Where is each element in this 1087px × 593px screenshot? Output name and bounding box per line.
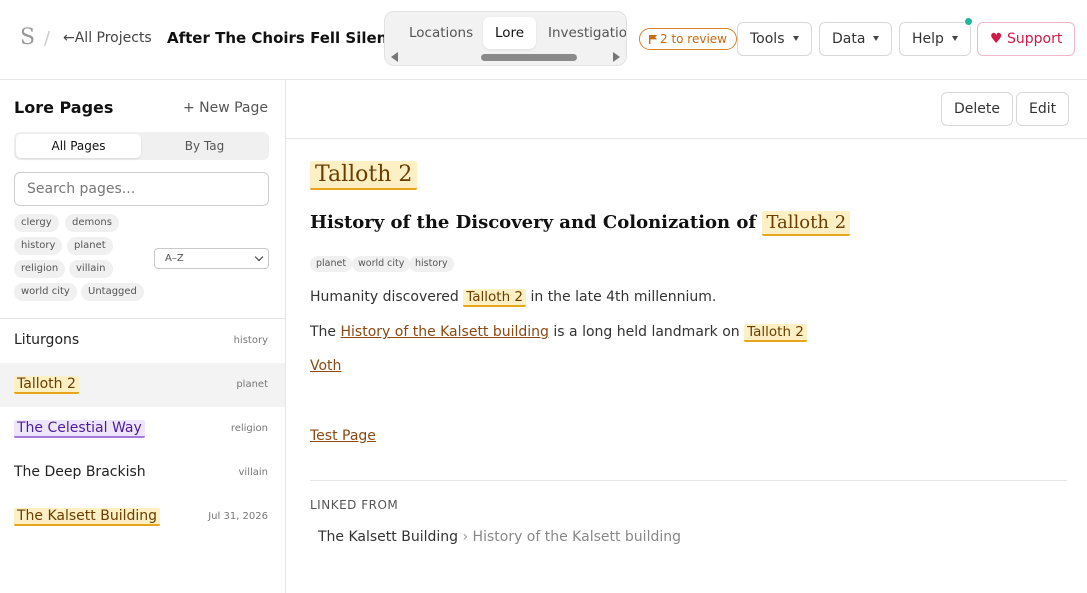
- page-tag-history[interactable]: history: [409, 256, 454, 272]
- data-menu-button[interactable]: Data: [819, 22, 893, 56]
- scrollbar-thumb[interactable]: [481, 54, 577, 61]
- top-bar: S / ←All Projects After The Choirs Fell …: [0, 0, 1087, 80]
- paragraph-1: Humanity discovered Talloth 2 in the lat…: [310, 289, 717, 307]
- tools-label: Tools: [750, 31, 785, 47]
- lore-sidebar: Lore Pages + New Page All Pages By Tag c…: [0, 80, 286, 593]
- view-by-tag[interactable]: By Tag: [142, 134, 267, 158]
- scroll-right-arrow-icon[interactable]: [613, 52, 620, 62]
- breadcrumb-separator: /: [44, 28, 51, 49]
- linked-from-heading: LINKED FROM: [310, 498, 399, 512]
- sidebar-title: Lore Pages: [14, 98, 114, 117]
- link-voth[interactable]: Voth: [310, 358, 341, 374]
- support-button[interactable]: ♥ Support: [977, 22, 1076, 56]
- linked-section-name: History of the Kalsett building: [472, 529, 681, 545]
- page-list-item[interactable]: The Deep Brackish villain: [0, 451, 285, 495]
- paragraph-2: The History of the Kalsett building is a…: [310, 324, 807, 342]
- tabs-scrollbar[interactable]: [387, 51, 624, 63]
- page-list-item[interactable]: The Celestial Way religion: [0, 407, 285, 451]
- page-tag: religion: [230, 423, 268, 434]
- scroll-left-arrow-icon[interactable]: [391, 52, 398, 62]
- page-action-bar: Delete Edit: [286, 80, 1087, 139]
- tag-filter-clergy[interactable]: clergy: [14, 214, 59, 232]
- tag-filter-villain[interactable]: villain: [69, 260, 113, 278]
- view-toggle: All Pages By Tag: [14, 132, 269, 160]
- heart-icon: ♥: [990, 31, 1003, 47]
- app-logo[interactable]: S: [20, 25, 35, 50]
- help-label: Help: [912, 31, 944, 47]
- help-menu-button[interactable]: Help: [899, 22, 971, 56]
- all-projects-link[interactable]: ←All Projects: [63, 30, 152, 46]
- tag-filter-history[interactable]: history: [14, 237, 63, 255]
- text: The: [310, 324, 337, 340]
- lore-page-content: Delete Edit Talloth 2 History of the Dis…: [286, 80, 1087, 593]
- section-tabs: Locations Lore Investigation: [384, 11, 627, 66]
- paragraph-3: Voth: [310, 358, 341, 374]
- tab-investigation[interactable]: Investigation: [548, 17, 626, 49]
- sort-value: A–Z: [165, 253, 184, 264]
- caret-down-icon: [951, 35, 958, 41]
- linked-from-item[interactable]: The Kalsett Building › History of the Ka…: [318, 529, 681, 545]
- chevron-down-icon: [254, 252, 264, 262]
- tag-filter-demons[interactable]: demons: [65, 214, 119, 232]
- delete-button[interactable]: Delete: [941, 92, 1013, 126]
- text: in the late 4th millennium.: [530, 289, 717, 305]
- new-page-button[interactable]: + New Page: [183, 100, 268, 116]
- page-list-item[interactable]: Liturgons history: [0, 319, 285, 363]
- tag-filter-world-city[interactable]: world city: [14, 283, 77, 301]
- page-date: Jul 31, 2026: [208, 511, 268, 522]
- page-tag: planet: [236, 379, 268, 390]
- text: is a long held landmark on: [553, 324, 740, 340]
- review-badge-label: 2 to review: [660, 32, 727, 46]
- edit-button[interactable]: Edit: [1016, 92, 1070, 126]
- page-name: The Deep Brackish: [14, 464, 146, 480]
- page-tag-planet[interactable]: planet: [310, 256, 353, 272]
- view-all-pages[interactable]: All Pages: [16, 134, 141, 158]
- tag-filter-religion[interactable]: religion: [14, 260, 66, 278]
- content-divider: [310, 480, 1067, 481]
- subtitle-text: History of the Discovery and Colonizatio…: [310, 212, 757, 233]
- page-name: Liturgons: [14, 332, 80, 348]
- chevron-right-icon: ›: [462, 529, 469, 545]
- tag-filter-planet[interactable]: planet: [67, 237, 113, 255]
- search-input[interactable]: [14, 172, 269, 206]
- mention-talloth-2[interactable]: Talloth 2: [463, 289, 527, 307]
- sort-select[interactable]: A–Z: [154, 248, 269, 269]
- page-title-mention[interactable]: Talloth 2: [310, 161, 418, 190]
- page-name: The Celestial Way: [14, 420, 145, 438]
- page-list-item[interactable]: The Kalsett Building Jul 31, 2026: [0, 495, 285, 539]
- flag-icon: [649, 35, 657, 44]
- review-badge[interactable]: 2 to review: [639, 28, 737, 50]
- page-tag-world-city[interactable]: world city: [352, 256, 411, 272]
- caret-down-icon: [873, 35, 880, 41]
- subtitle-mention[interactable]: Talloth 2: [762, 211, 851, 236]
- mention-talloth-2[interactable]: Talloth 2: [744, 324, 807, 342]
- page-name: The Kalsett Building: [14, 508, 161, 526]
- page-tag: history: [233, 335, 268, 346]
- caret-down-icon: [792, 35, 799, 41]
- project-title: After The Choirs Fell Silent: [167, 29, 395, 47]
- page-subtitle: History of the Discovery and Colonizatio…: [310, 211, 851, 236]
- tag-filter-untagged[interactable]: Untagged: [81, 283, 144, 301]
- link-kalsett-history[interactable]: History of the Kalsett building: [341, 324, 549, 340]
- page-name: Talloth 2: [14, 376, 79, 394]
- page-title: Talloth 2: [310, 161, 418, 190]
- notification-dot: [964, 17, 973, 26]
- tab-locations[interactable]: Locations: [409, 17, 473, 49]
- linked-page-name: The Kalsett Building: [318, 529, 459, 545]
- tools-menu-button[interactable]: Tools: [737, 22, 812, 56]
- paragraph-4: Test Page: [310, 428, 376, 444]
- tab-lore[interactable]: Lore: [483, 17, 537, 49]
- text: Humanity discovered: [310, 289, 459, 305]
- support-label: Support: [1007, 31, 1063, 47]
- page-list-item-selected[interactable]: Talloth 2 planet: [0, 363, 285, 407]
- data-label: Data: [832, 31, 866, 47]
- page-tag: villain: [238, 467, 269, 478]
- link-test-page[interactable]: Test Page: [310, 428, 376, 444]
